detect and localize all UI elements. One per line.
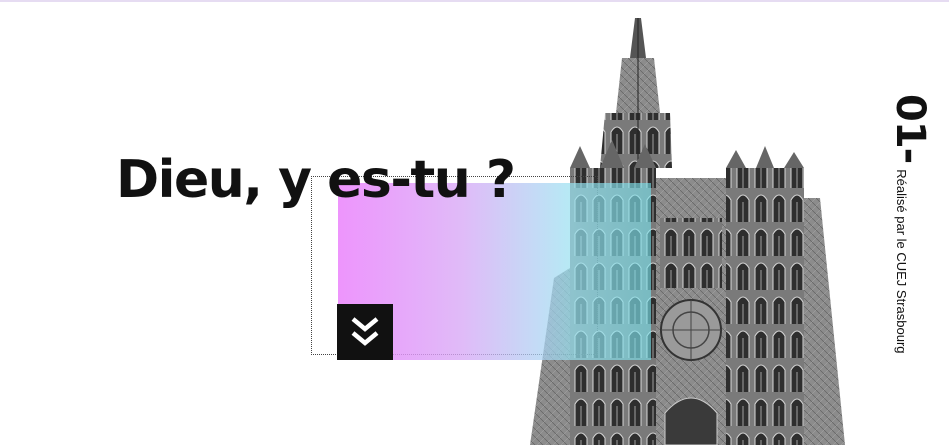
page-title: Dieu, y es-tu ? <box>116 150 516 210</box>
top-divider <box>0 0 949 2</box>
chapter-number: 01- <box>887 94 933 164</box>
chapter-side-label: 01- Réalisé par le CUEJ Strasbourg <box>879 94 933 354</box>
double-chevron-down-icon <box>351 317 379 346</box>
credit-text: Réalisé par le CUEJ Strasbourg <box>894 169 909 354</box>
scroll-down-button[interactable] <box>337 304 393 360</box>
